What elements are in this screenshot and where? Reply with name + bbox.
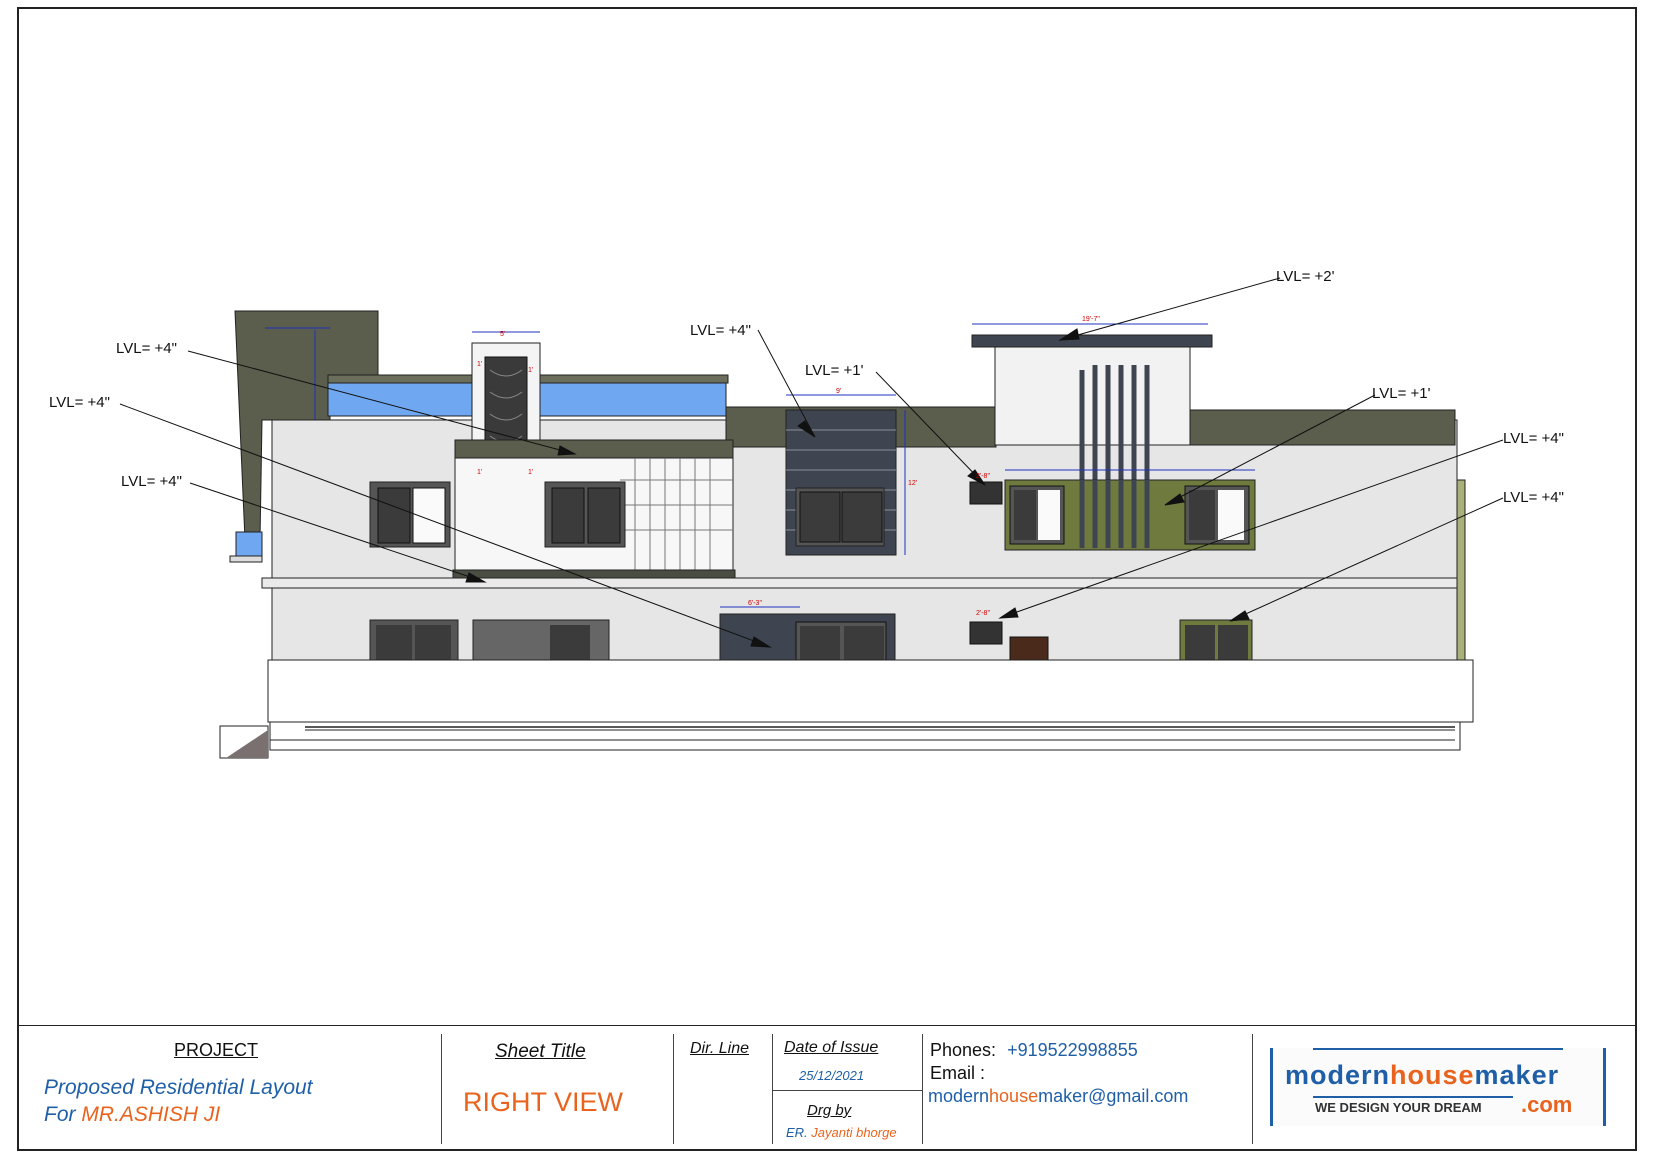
- level-label-4: LVL= +4": [690, 322, 751, 339]
- sheet-title: RIGHT VIEW: [463, 1087, 624, 1117]
- dim-19-7: 19'-7": [1082, 316, 1100, 323]
- project-line-2: For MR.ASHISH JI: [44, 1103, 220, 1127]
- ventilator-upper: [969, 481, 1003, 505]
- drg-heading: Drg by: [807, 1102, 852, 1119]
- drawn-by: ER. Jayanti bhorge: [786, 1125, 897, 1140]
- logo-wordmark: modernhousemaker: [1285, 1060, 1559, 1091]
- dim-2-8-ground: 2'-8": [976, 610, 990, 617]
- logo-tagline: WE DESIGN YOUR DREAM: [1315, 1100, 1482, 1115]
- phones-label: Phones:: [930, 1040, 997, 1060]
- dir-line: Dir. Line: [690, 1040, 749, 1057]
- drawn-by-name: Jayanti bhorge: [811, 1125, 897, 1140]
- client-name: MR.ASHISH JI: [81, 1103, 221, 1126]
- sheet-title-heading: Sheet Title: [495, 1041, 586, 1062]
- logo-word-2: house: [1390, 1060, 1475, 1090]
- email-part-4: @gmail: [1088, 1086, 1150, 1106]
- company-logo: modernhousemaker WE DESIGN YOUR DREAM .c…: [1270, 1048, 1606, 1126]
- dim-1-c: 1': [477, 469, 482, 476]
- email-address[interactable]: modernhousemaker@gmail.com: [928, 1086, 1188, 1107]
- level-label-2: LVL= +4": [49, 394, 110, 411]
- plinth: [267, 659, 1474, 723]
- dim-9: 9': [836, 388, 841, 395]
- level-label-6: LVL= +2': [1276, 268, 1335, 285]
- level-label-1: LVL= +4": [116, 340, 177, 357]
- project-line-1: Proposed Residential Layout: [44, 1076, 313, 1099]
- project-heading: PROJECT: [174, 1040, 259, 1060]
- level-label-5: LVL= +1': [805, 362, 864, 379]
- ventilator-ground: [969, 621, 1003, 645]
- door-ground: [1009, 636, 1049, 661]
- dim-5: 5': [500, 331, 505, 338]
- logo-mid-bar: [1313, 1096, 1513, 1098]
- email-part-3: maker: [1038, 1086, 1089, 1106]
- left-blue-box: [235, 531, 263, 558]
- dim-6-3: 6'-3": [748, 600, 762, 607]
- level-label-8: LVL= +4": [1503, 430, 1564, 447]
- dim-12: 12': [908, 480, 917, 487]
- logo-word-3: maker: [1474, 1060, 1560, 1090]
- elevation-drawing: 5' 19'-7" 9' 12' 6'-3" 2'-8" 2'-8" 1' 1'…: [119, 277, 1504, 759]
- phone-number[interactable]: +919522998855: [1007, 1040, 1138, 1060]
- dim-1-a: 1': [477, 361, 482, 368]
- email-label: Email :: [930, 1063, 986, 1083]
- date-heading: Date of Issue: [784, 1039, 879, 1056]
- email-part-5: .com: [1149, 1086, 1189, 1106]
- drawn-by-prefix: ER.: [786, 1125, 812, 1140]
- issue-date: 25/12/2021: [799, 1068, 865, 1083]
- floor-band: [261, 577, 1458, 589]
- level-label-9: LVL= +4": [1503, 489, 1564, 506]
- dim-2-8-upper: 2'-8": [976, 473, 990, 480]
- dim-1-d: 1': [528, 469, 533, 476]
- email-part-2: house: [989, 1086, 1039, 1106]
- logo-tld: .com: [1521, 1092, 1573, 1117]
- logo-top-bar: [1313, 1048, 1563, 1050]
- dim-1-b: 1': [528, 367, 533, 374]
- email-part-1: modern: [928, 1086, 990, 1106]
- project-for: For: [44, 1103, 82, 1126]
- level-label-7: LVL= +1': [1372, 385, 1431, 402]
- logo-word-1: modern: [1285, 1060, 1391, 1090]
- level-label-3: LVL= +4": [121, 473, 182, 490]
- phones-row: Phones: +919522998855: [930, 1040, 1138, 1061]
